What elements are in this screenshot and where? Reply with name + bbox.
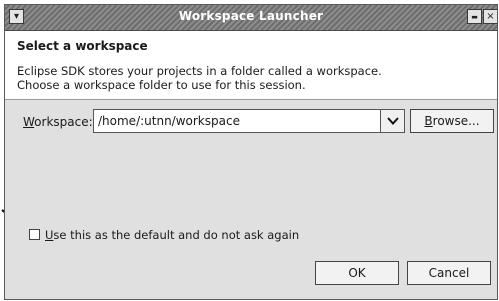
window-title: Workspace Launcher [178, 9, 324, 23]
default-workspace-label[interactable]: Use this as the default and do not ask a… [45, 228, 299, 242]
workspace-combo[interactable]: /home/:utnn/workspace [93, 109, 405, 133]
minimize-icon: ▬ [471, 12, 478, 21]
close-icon: × [486, 10, 495, 22]
page-title: Select a workspace [17, 39, 148, 53]
header-description: Eclipse SDK stores your projects in a fo… [17, 64, 382, 92]
dialog-header: Select a workspace Eclipse SDK stores yo… [5, 31, 497, 100]
workspace-path-input[interactable]: /home/:utnn/workspace [98, 114, 240, 128]
browse-label: rowse... [432, 114, 480, 128]
minimize-button[interactable]: ▬ [467, 9, 482, 24]
default-workspace-checkbox[interactable] [29, 229, 40, 240]
chevron-down-icon [386, 117, 399, 125]
workspace-label: Workspace: [23, 115, 93, 129]
browse-mnemonic: B [424, 114, 433, 128]
workspace-label-mnemonic: W [23, 115, 35, 129]
browse-button[interactable]: Browse... [410, 109, 494, 133]
description-line-1: Eclipse SDK stores your projects in a fo… [17, 64, 382, 78]
ok-button[interactable]: OK [315, 261, 399, 285]
workspace-label-text: orkspace: [34, 115, 93, 129]
description-line-2: Choose a workspace folder to use for thi… [17, 78, 306, 92]
title-bar[interactable]: ▾ Workspace Launcher ▬ × [5, 5, 497, 31]
default-label-text: se this as the default and do not ask ag… [53, 228, 300, 242]
cancel-button[interactable]: Cancel [407, 261, 491, 285]
workspace-launcher-dialog: ▾ Workspace Launcher ▬ × Select a worksp… [4, 4, 498, 300]
close-button[interactable]: × [483, 9, 497, 24]
combo-dropdown-button[interactable] [380, 110, 404, 132]
